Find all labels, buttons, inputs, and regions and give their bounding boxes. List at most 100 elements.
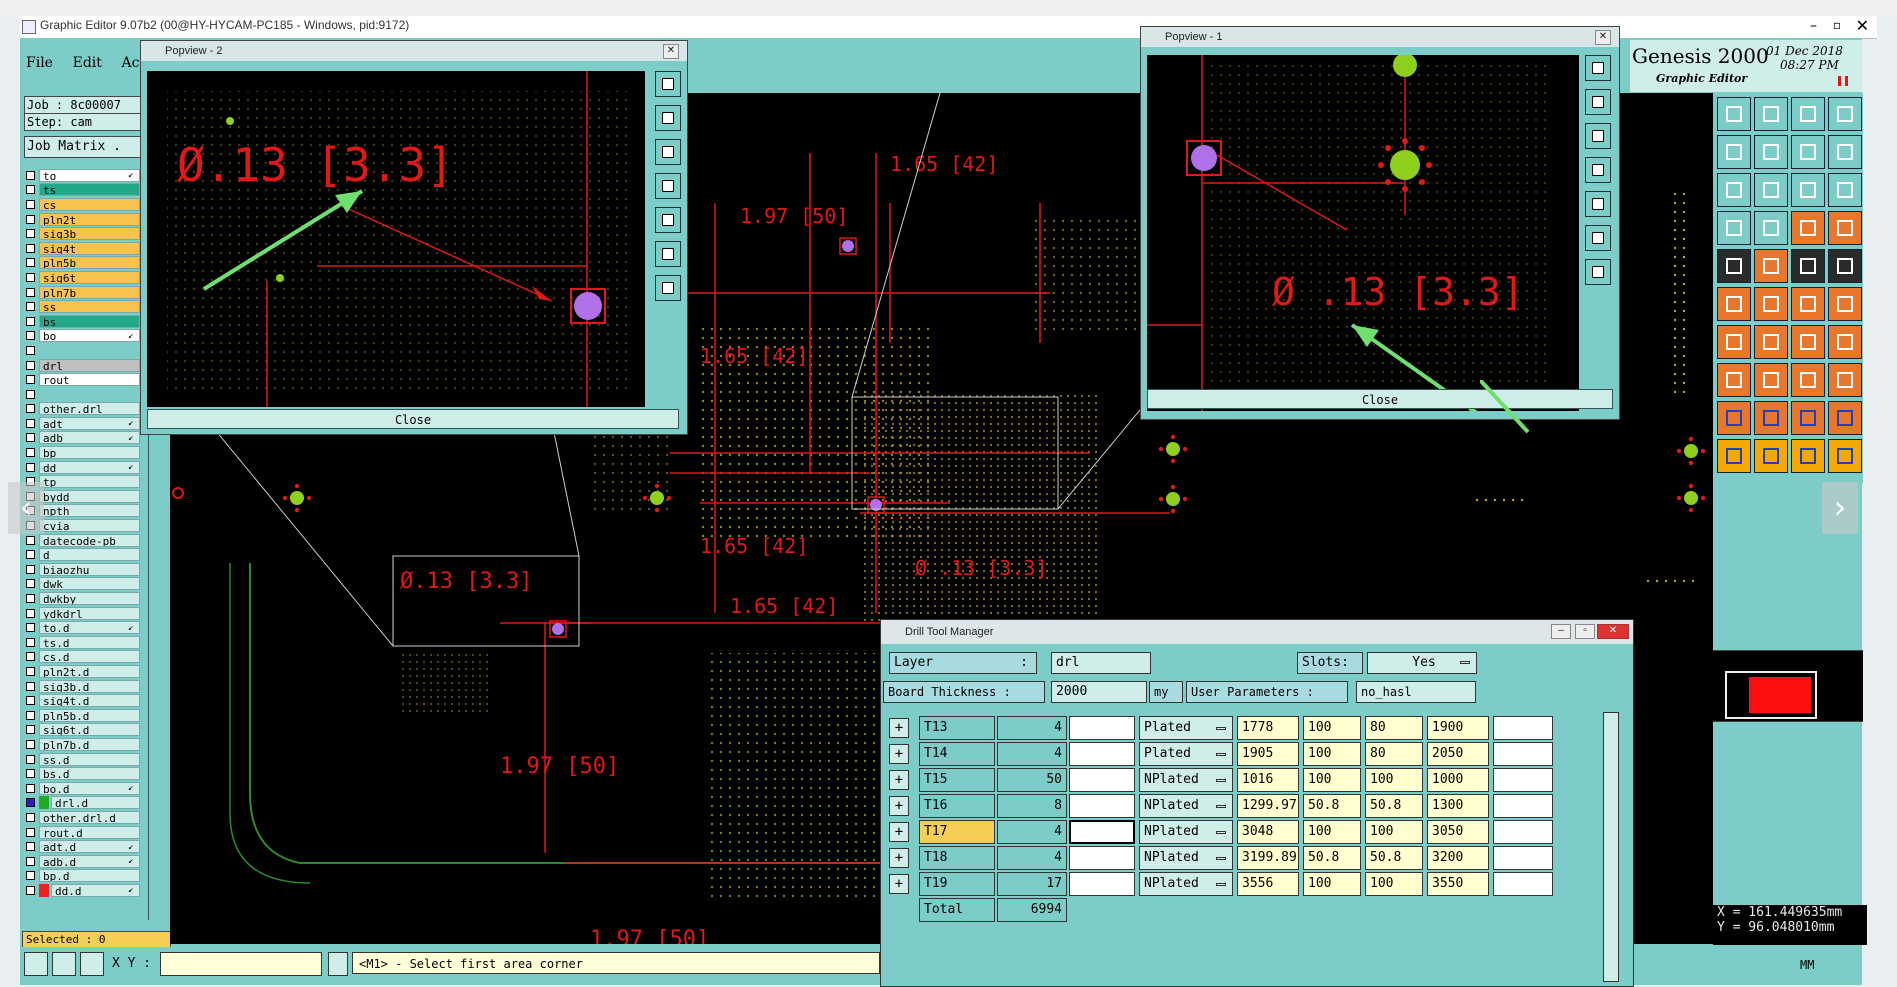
- layer-row[interactable]: dwk: [26, 577, 140, 592]
- layer-row[interactable]: rout.d: [26, 825, 140, 840]
- layer-row[interactable]: to.d↙: [26, 620, 140, 635]
- layer-checkbox[interactable]: [26, 696, 35, 706]
- cell-v2[interactable]: 100: [1303, 742, 1361, 766]
- tool-button[interactable]: [1754, 401, 1788, 435]
- layer-row[interactable]: drl: [26, 358, 140, 373]
- layer-checkbox[interactable]: [26, 448, 35, 458]
- maximize-icon[interactable]: ▫: [1833, 18, 1841, 32]
- layer-checkbox[interactable]: [26, 710, 35, 720]
- tool-button[interactable]: [1828, 287, 1862, 321]
- layer-row[interactable]: sig4t.d: [26, 693, 140, 708]
- pop-tool-button[interactable]: [655, 275, 681, 301]
- cell-type[interactable]: NPlated: [1139, 820, 1233, 844]
- layer-checkbox[interactable]: [26, 258, 35, 268]
- cell-input[interactable]: [1493, 872, 1553, 896]
- layer-checkbox[interactable]: [26, 418, 35, 428]
- cell-v2[interactable]: 50.8: [1303, 794, 1361, 818]
- next-arrow-icon[interactable]: ›: [1822, 482, 1858, 534]
- layer-checkbox[interactable]: [26, 535, 35, 545]
- tool-button[interactable]: [1791, 97, 1825, 131]
- cell-v3[interactable]: 50.8: [1365, 794, 1423, 818]
- tool-button[interactable]: [1791, 401, 1825, 435]
- layer-checkbox[interactable]: [26, 316, 35, 326]
- cell-input[interactable]: [1493, 716, 1553, 740]
- layer-checkbox[interactable]: [26, 564, 35, 574]
- cell-v3[interactable]: 100: [1365, 872, 1423, 896]
- layer-checkbox[interactable]: [26, 345, 35, 355]
- cell-v2[interactable]: 100: [1303, 716, 1361, 740]
- layer-row[interactable]: bp: [26, 445, 140, 460]
- layer-checkbox[interactable]: [26, 287, 35, 297]
- tool-button[interactable]: [1754, 325, 1788, 359]
- popview-close-button[interactable]: Close: [1147, 389, 1613, 409]
- tool-button[interactable]: [1828, 439, 1862, 473]
- layer-row[interactable]: sig6t: [26, 270, 140, 285]
- layer-checkbox[interactable]: [26, 375, 35, 385]
- drill-tool-manager-window[interactable]: Drill Tool Manager – ▫ ✕ Layer: drl Slot…: [880, 619, 1634, 987]
- tool-button[interactable]: [1717, 287, 1751, 321]
- layer-row[interactable]: ts: [26, 183, 140, 198]
- cell-input[interactable]: [1493, 820, 1553, 844]
- tool-button[interactable]: [1717, 439, 1751, 473]
- layer-row[interactable]: rout: [26, 372, 140, 387]
- layer-row[interactable]: dd↙: [26, 460, 140, 475]
- cell-input[interactable]: [1069, 794, 1135, 818]
- close-icon[interactable]: ✕: [663, 44, 679, 59]
- cell-v2[interactable]: 100: [1303, 820, 1361, 844]
- minimize-icon[interactable]: –: [1551, 624, 1571, 639]
- popview-canvas[interactable]: Ø.13 [3.3]: [147, 71, 645, 407]
- cell-v4[interactable]: 3200: [1427, 846, 1489, 870]
- layer-checkbox[interactable]: [26, 885, 35, 895]
- layer-row[interactable]: ts.d: [26, 635, 140, 650]
- cell-v1[interactable]: 1905: [1237, 742, 1299, 766]
- pop-tool-button[interactable]: [1585, 89, 1611, 115]
- cell-input[interactable]: [1069, 768, 1135, 792]
- layer-row[interactable]: cs: [26, 197, 140, 212]
- cell-type[interactable]: NPlated: [1139, 794, 1233, 818]
- tool-button[interactable]: [1791, 249, 1825, 283]
- layer-row[interactable]: ss.d: [26, 752, 140, 767]
- cell-v1[interactable]: 3556: [1237, 872, 1299, 896]
- tool-button[interactable]: [1828, 249, 1862, 283]
- expand-row-icon[interactable]: +: [889, 796, 909, 816]
- cell-v4[interactable]: 3550: [1427, 872, 1489, 896]
- cell-v1[interactable]: 1299.97: [1237, 794, 1299, 818]
- tool-button[interactable]: [1791, 439, 1825, 473]
- tool-button[interactable]: [1754, 287, 1788, 321]
- layer-checkbox[interactable]: [26, 550, 35, 560]
- pop-tool-button[interactable]: [655, 71, 681, 97]
- layer-row[interactable]: d: [26, 547, 140, 562]
- cell-input[interactable]: [1069, 742, 1135, 766]
- cell-v4[interactable]: 1300: [1427, 794, 1489, 818]
- layer-checkbox[interactable]: [26, 652, 35, 662]
- cell-input[interactable]: [1493, 742, 1553, 766]
- expand-row-icon[interactable]: +: [889, 744, 909, 764]
- layer-row[interactable]: other.drl: [26, 402, 140, 417]
- layer-row[interactable]: pln7b.d: [26, 737, 140, 752]
- cell-type[interactable]: NPlated: [1139, 846, 1233, 870]
- tool-button[interactable]: [1828, 173, 1862, 207]
- layer-row[interactable]: bs.d: [26, 766, 140, 781]
- layer-row[interactable]: adt↙: [26, 416, 140, 431]
- layer-row[interactable]: sig3b: [26, 226, 140, 241]
- layer-row[interactable]: bo↙: [26, 329, 140, 344]
- tool-button[interactable]: [1791, 211, 1825, 245]
- table-scrollbar[interactable]: [1603, 712, 1619, 982]
- cell-v1[interactable]: 1016: [1237, 768, 1299, 792]
- cell-v4[interactable]: 3050: [1427, 820, 1489, 844]
- cell-v3[interactable]: 100: [1365, 820, 1423, 844]
- cell-v3[interactable]: 80: [1365, 742, 1423, 766]
- snap-button[interactable]: [328, 952, 348, 976]
- layer-row[interactable]: ydkdrl: [26, 606, 140, 621]
- layer-row[interactable]: [26, 387, 140, 402]
- layer-checkbox[interactable]: [26, 579, 35, 589]
- layer-checkbox[interactable]: [26, 302, 35, 312]
- layer-row[interactable]: sig3b.d: [26, 679, 140, 694]
- layer-row[interactable]: biaozhu: [26, 562, 140, 577]
- cell-v2[interactable]: 50.8: [1303, 846, 1361, 870]
- layer-row[interactable]: to↙: [26, 168, 140, 183]
- layer-checkbox[interactable]: [26, 243, 35, 253]
- pop-tool-button[interactable]: [1585, 55, 1611, 81]
- tool-button[interactable]: [1717, 211, 1751, 245]
- expand-row-icon[interactable]: +: [889, 874, 909, 894]
